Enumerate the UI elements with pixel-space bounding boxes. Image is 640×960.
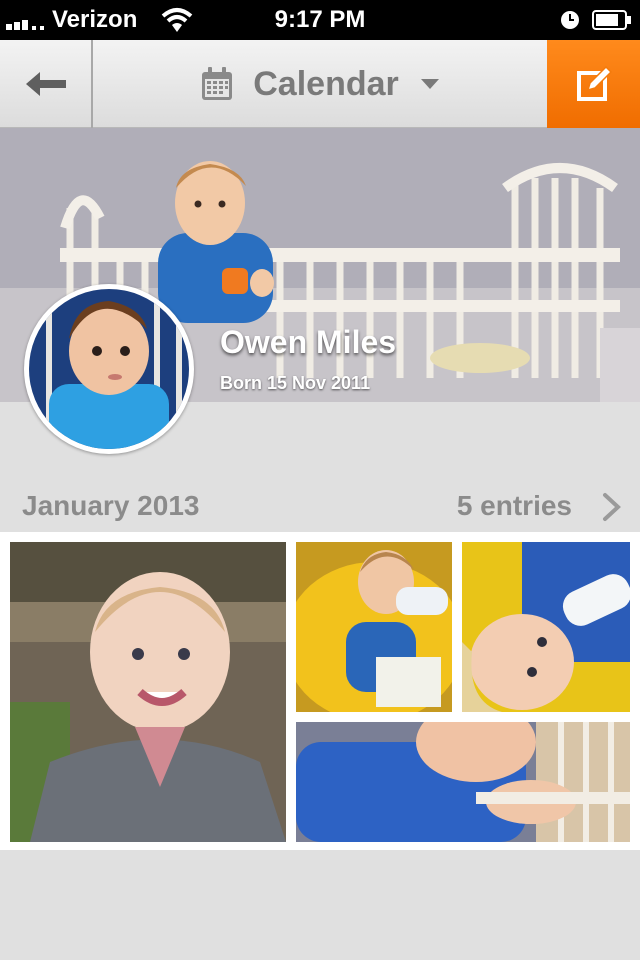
edit-icon — [576, 66, 612, 101]
photo-image — [296, 722, 630, 842]
child-name: Owen Miles — [220, 324, 397, 360]
nav-bar: Calendar — [0, 40, 640, 128]
edit-button[interactable] — [547, 40, 640, 128]
photo-grid — [0, 532, 640, 850]
back-button[interactable] — [0, 40, 93, 128]
chevron-right-icon — [603, 493, 621, 521]
back-arrow-icon — [25, 72, 66, 96]
photo-image — [10, 542, 286, 842]
photo-tile[interactable] — [462, 542, 630, 712]
nav-title: Calendar — [253, 64, 399, 103]
battery-icon — [592, 10, 631, 30]
birth-date: Born 15 Nov 2011 — [220, 373, 371, 393]
photo-tile[interactable] — [296, 542, 452, 712]
status-bar: Verizon 9:17 PM — [0, 0, 640, 40]
entries-count: 5 entries — [456, 490, 572, 521]
screen: Verizon 9:17 PM Calendar Owen Miles Born… — [0, 0, 640, 960]
dropdown-caret-icon — [420, 79, 439, 89]
month-label: January 2013 — [22, 490, 200, 521]
status-time: 9:17 PM — [274, 6, 366, 33]
calendar-dropdown[interactable]: Calendar — [93, 40, 547, 128]
calendar-icon — [202, 67, 233, 100]
photo-tile[interactable] — [10, 542, 286, 842]
avatar-image — [29, 289, 189, 449]
month-row[interactable]: January 2013 5 entries — [0, 482, 640, 534]
photo-tile[interactable] — [296, 722, 630, 842]
clock-icon — [561, 11, 579, 29]
photo-image — [296, 542, 452, 712]
avatar[interactable] — [24, 284, 194, 454]
photo-image — [462, 542, 630, 712]
